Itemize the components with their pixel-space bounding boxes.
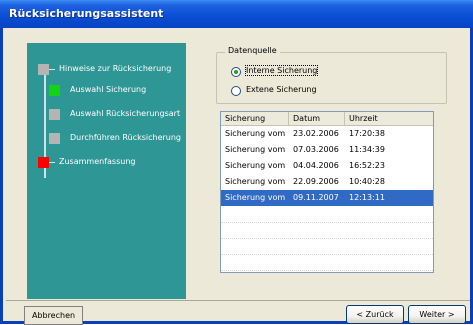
- footer-divider: [6, 300, 470, 301]
- cell-uhrzeit: 16:52:23: [349, 161, 385, 170]
- empty-row-line: [221, 238, 433, 255]
- table-row-selected[interactable]: Sicherung vom 09.11.2007 12:13:11: [221, 190, 433, 206]
- table-row[interactable]: Sicherung vom 07.03.2006 11:34:39: [221, 142, 433, 158]
- datasource-legend: Datenquelle: [225, 46, 280, 55]
- steps-panel: Hinweise zur Rücksicherung Auswahl Siche…: [27, 43, 186, 299]
- step-status-icon: [49, 133, 60, 144]
- column-header-sicherung[interactable]: Sicherung: [221, 112, 289, 125]
- column-header-datum[interactable]: Datum: [289, 112, 345, 125]
- cell-sicherung: Sicherung vom: [225, 145, 286, 154]
- cell-uhrzeit: 11:34:39: [349, 145, 385, 154]
- step-durchfuehren: Durchführen Rücksicherung: [27, 131, 186, 147]
- table-row[interactable]: Sicherung vom 04.04.2006 16:52:23: [221, 158, 433, 174]
- step-status-icon: [49, 109, 60, 120]
- cell-sicherung: Sicherung vom: [225, 161, 286, 170]
- step-auswahl-sicherung: Auswahl Sicherung: [27, 83, 186, 99]
- back-button[interactable]: < Zurück: [346, 305, 404, 324]
- empty-row-line: [221, 222, 433, 239]
- table-row[interactable]: Sicherung vom 23.02.2006 17:20:38: [221, 126, 433, 142]
- radio-label[interactable]: Interne Sicherung: [244, 65, 319, 76]
- step-label: Durchführen Rücksicherung: [70, 133, 182, 142]
- step-label: Hinweise zur Rücksicherung: [59, 64, 172, 73]
- step-hinweise: Hinweise zur Rücksicherung: [27, 62, 186, 78]
- empty-row-line: [221, 254, 433, 271]
- cell-sicherung: Sicherung vom: [225, 177, 286, 186]
- step-zusammenfassung: Zusammenfassung: [27, 155, 186, 171]
- step-status-icon: [49, 85, 60, 96]
- step-label: Zusammenfassung: [59, 157, 136, 166]
- backup-list[interactable]: Sicherung Datum Uhrzeit Sicherung vom 23…: [220, 111, 434, 273]
- step-status-icon: [38, 64, 49, 75]
- cell-uhrzeit: 17:20:38: [349, 129, 385, 138]
- backup-list-header: Sicherung Datum Uhrzeit: [221, 112, 433, 126]
- cell-uhrzeit: 12:13:11: [349, 193, 385, 202]
- cell-datum: 07.03.2006: [293, 145, 339, 154]
- radio-button-icon[interactable]: [231, 67, 241, 77]
- step-label: Auswahl Rücksicherungsart: [70, 109, 181, 118]
- step-label: Auswahl Sicherung: [70, 85, 147, 94]
- wizard-window: Rücksicherungsassistent Hinweise zur Rüc…: [0, 0, 473, 325]
- step-auswahl-ruecksicherungsart: Auswahl Rücksicherungsart: [27, 107, 186, 123]
- radio-selected-dot: [234, 70, 238, 74]
- radio-externe-sicherung[interactable]: Extene Sicherung: [231, 85, 381, 97]
- cell-datum: 23.02.2006: [293, 129, 339, 138]
- cell-sicherung: Sicherung vom: [225, 193, 286, 202]
- cell-datum: 04.04.2006: [293, 161, 339, 170]
- datasource-group: Datenquelle Interne Sicherung Extene Sic…: [216, 46, 447, 104]
- step-connector-tick: [49, 162, 55, 163]
- step-status-icon: [38, 157, 49, 168]
- radio-interne-sicherung[interactable]: Interne Sicherung: [231, 65, 381, 78]
- cell-datum: 09.11.2007: [293, 193, 339, 202]
- cell-sicherung: Sicherung vom: [225, 129, 286, 138]
- cell-uhrzeit: 10:40:28: [349, 177, 385, 186]
- table-row[interactable]: Sicherung vom 22.09.2006 10:40:28: [221, 174, 433, 190]
- column-header-uhrzeit[interactable]: Uhrzeit: [345, 112, 433, 125]
- empty-row-line: [221, 206, 433, 223]
- cancel-button[interactable]: Abbrechen: [24, 306, 83, 325]
- next-button[interactable]: Weiter >: [408, 305, 466, 324]
- radio-label[interactable]: Extene Sicherung: [246, 85, 317, 94]
- radio-button-icon[interactable]: [231, 86, 241, 96]
- cell-datum: 22.09.2006: [293, 177, 339, 186]
- step-connector-tick: [49, 69, 55, 70]
- title-bar[interactable]: Rücksicherungsassistent: [0, 0, 473, 28]
